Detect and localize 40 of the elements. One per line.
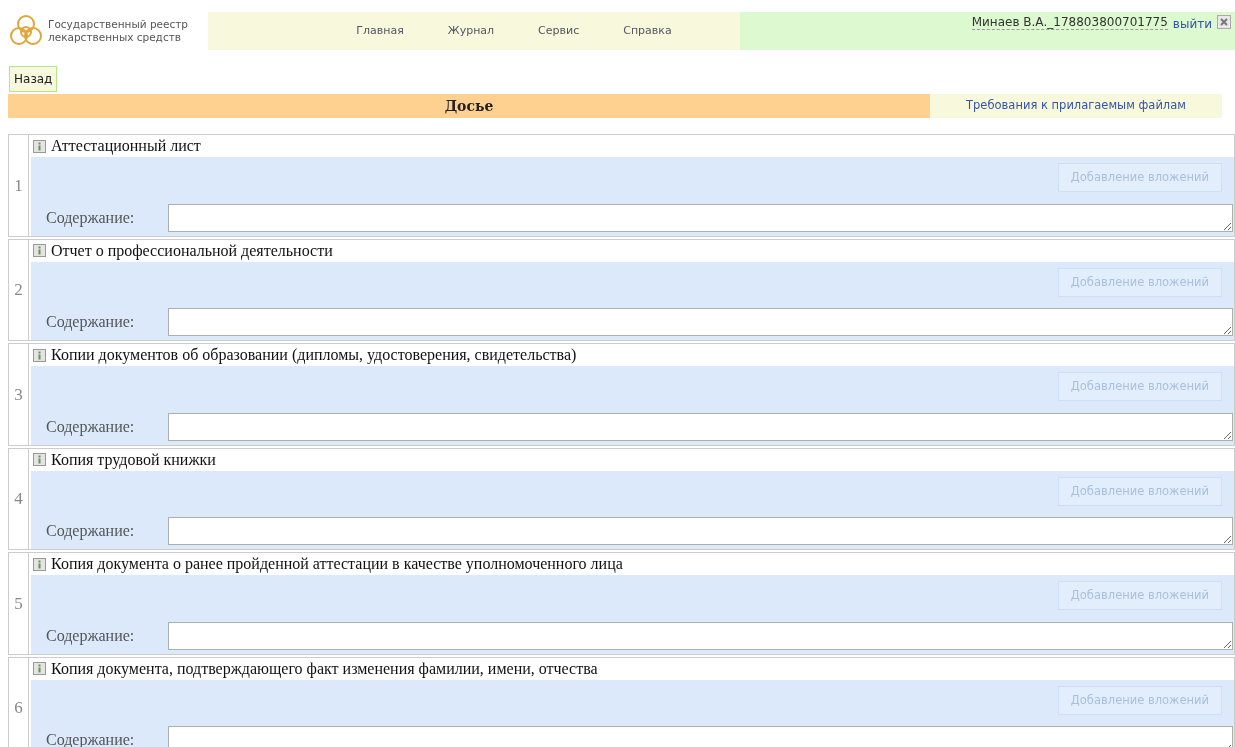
logo-text: Государственный реестр лекарственных средств xyxy=(48,18,189,44)
menu-link[interactable]: Сервис xyxy=(516,22,602,40)
field-label: Содержание: xyxy=(46,207,136,229)
content-field[interactable] xyxy=(168,621,1233,650)
field-label: Содержание: xyxy=(46,625,136,647)
content-field[interactable] xyxy=(168,412,1233,441)
requirements-link[interactable]: Требования к прилагаемым файлам xyxy=(930,94,1222,118)
info-icon[interactable] xyxy=(33,453,46,466)
close-icon[interactable] xyxy=(1217,15,1231,29)
field-label: Содержание: xyxy=(46,521,136,542)
info-icon[interactable] xyxy=(33,244,46,257)
field-label: Содержание: xyxy=(46,312,136,333)
back-button[interactable]: Назад xyxy=(9,66,58,92)
row-number: 6 xyxy=(9,657,29,747)
content-field[interactable] xyxy=(168,308,1233,336)
section-title: Отчет о профессиональной деятельности xyxy=(51,240,333,262)
menu-link[interactable]: Журнал xyxy=(425,22,517,40)
menu-link[interactable]: Главная xyxy=(334,22,426,40)
section-title: Копия документа о ранее пройденной аттестации в качестве уполномоченного лица xyxy=(51,554,623,575)
row-number: 4 xyxy=(9,448,29,549)
section-title: Копия документа, подтверждающего факт изменения фамилии, имени, отчества xyxy=(51,658,598,680)
info-icon[interactable] xyxy=(33,557,46,571)
section-title: Аттестационный лист xyxy=(51,136,201,157)
logout-link[interactable]: выйти xyxy=(1172,15,1212,33)
content-field[interactable] xyxy=(168,726,1233,747)
field-label: Содержание: xyxy=(46,416,136,438)
info-icon[interactable] xyxy=(33,139,46,153)
info-icon[interactable] xyxy=(33,662,46,675)
content-field[interactable] xyxy=(168,203,1233,232)
user-name[interactable]: Минаев В.А._178803800701775 xyxy=(971,15,1168,31)
section-title: Копия трудовой книжки xyxy=(51,449,216,471)
row-number: 5 xyxy=(9,553,29,654)
section-title: Копии документов об образовании (дипломы, удостоверения, свидетельства) xyxy=(51,345,577,366)
content-field[interactable] xyxy=(168,517,1233,545)
row-number: 3 xyxy=(9,344,29,445)
row-number: 1 xyxy=(9,135,29,236)
menu-link[interactable]: Справка xyxy=(601,22,694,40)
info-icon[interactable] xyxy=(33,348,46,362)
page-title: Досье xyxy=(8,94,930,118)
row-number: 2 xyxy=(9,239,29,340)
